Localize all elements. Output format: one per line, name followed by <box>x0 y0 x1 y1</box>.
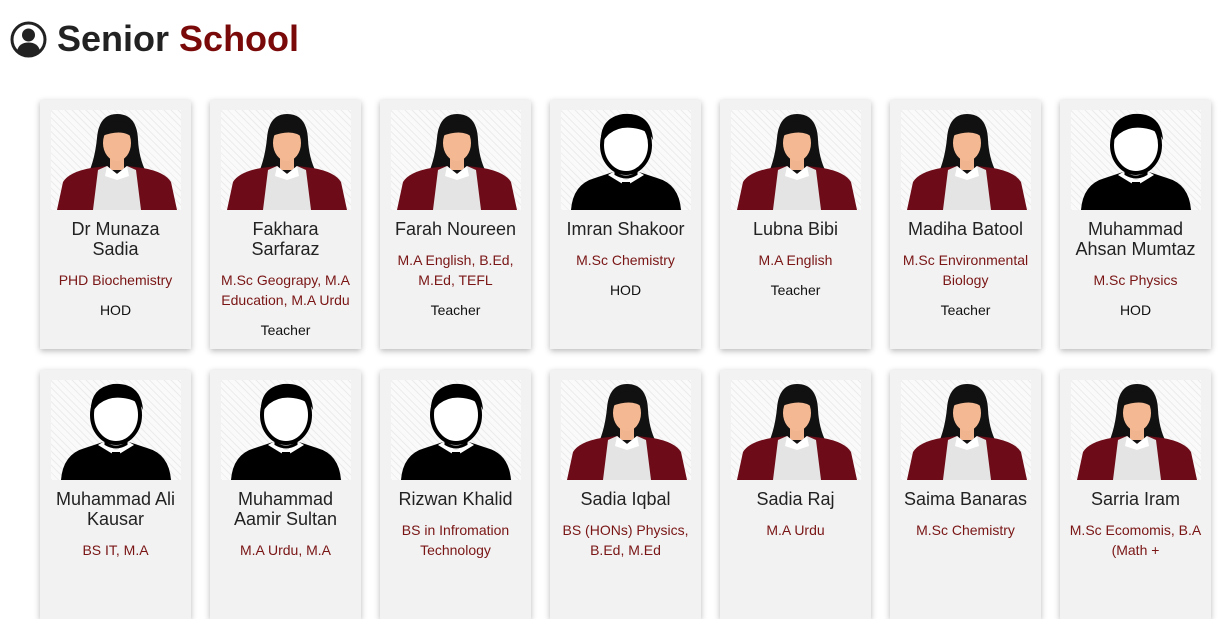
staff-qualification: M.Sc Chemistry <box>916 522 1015 538</box>
staff-name: Muhammad Aamir Sultan <box>233 489 338 529</box>
staff-role: Teacher <box>430 302 481 318</box>
page-title: Senior School <box>10 18 299 60</box>
staff-role: Teacher <box>260 322 311 338</box>
staff-card: Rizwan Khalid BS in Infromation Technolog… <box>380 370 531 619</box>
user-circle-icon <box>10 21 47 58</box>
staff-qualification: M.Sc Chemistry <box>576 252 675 268</box>
female-avatar-icon <box>1070 380 1201 480</box>
female-avatar-icon <box>560 380 691 480</box>
staff-qualification: BS (HONs) Physics, B.Ed, M.Ed <box>562 522 689 558</box>
staff-card: Muhammad Ahsan Mumtaz M.Sc Physics HOD <box>1060 100 1211 349</box>
staff-name: Madiha Batool <box>907 219 1024 239</box>
staff-card: Imran Shakoor M.Sc Chemistry HOD <box>550 100 701 349</box>
staff-name: Dr Munaza Sadia <box>71 219 160 259</box>
staff-card: Lubna Bibi M.A English Teacher <box>720 100 871 349</box>
staff-qualification: M.Sc Geograpy, M.A Education, M.A Urdu <box>221 272 350 308</box>
male-avatar-icon <box>50 380 181 480</box>
staff-name: Fakhara Sarfaraz <box>251 219 320 259</box>
male-avatar-icon <box>560 110 691 210</box>
staff-card: Sadia Iqbal BS (HONs) Physics, B.Ed, M.Ed <box>550 370 701 619</box>
staff-card: Sadia Raj M.A Urdu <box>720 370 871 619</box>
male-avatar-icon <box>220 380 351 480</box>
staff-role: HOD <box>609 282 642 298</box>
female-avatar-icon <box>900 380 1031 480</box>
female-avatar-icon <box>730 110 861 210</box>
female-avatar-icon <box>50 110 181 210</box>
staff-card: Muhammad Aamir Sultan M.A Urdu, M.A <box>210 370 361 619</box>
staff-qualification: PHD Biochemistry <box>58 272 173 288</box>
staff-qualification: M.A Urdu, M.A <box>239 542 332 558</box>
staff-card: Sarria Iram M.Sc Ecomomis, B.A (Math + <box>1060 370 1211 619</box>
staff-grid: Dr Munaza Sadia PHD Biochemistry HOD Fakha… <box>40 100 1211 619</box>
female-avatar-icon <box>220 110 351 210</box>
staff-name: Imran Shakoor <box>566 219 685 239</box>
staff-name: Saima Banaras <box>903 489 1028 509</box>
staff-name: Sadia Iqbal <box>580 489 671 509</box>
staff-role: HOD <box>1119 302 1152 318</box>
staff-card: Farah Noureen M.A English, B.Ed, M.Ed, TE… <box>380 100 531 349</box>
staff-qualification: M.A English, B.Ed, M.Ed, TEFL <box>397 252 514 288</box>
staff-name: Sarria Iram <box>1090 489 1180 509</box>
staff-qualification: M.A English <box>758 252 833 268</box>
staff-card: Fakhara Sarfaraz M.Sc Geograpy, M.A Educa… <box>210 100 361 349</box>
male-avatar-icon <box>390 380 521 480</box>
page-title-word-1: Senior <box>57 18 170 59</box>
staff-qualification: M.Sc Ecomomis, B.A (Math + <box>1069 522 1202 558</box>
staff-card: Muhammad Ali Kausar BS IT, M.A <box>40 370 191 619</box>
staff-role: Teacher <box>940 302 991 318</box>
staff-qualification: BS IT, M.A <box>82 542 149 558</box>
staff-qualification: M.A Urdu <box>766 522 825 538</box>
staff-qualification: M.Sc Physics <box>1093 272 1178 288</box>
staff-card: Saima Banaras M.Sc Chemistry <box>890 370 1041 619</box>
staff-card: Madiha Batool M.Sc Environmental Biology T… <box>890 100 1041 349</box>
staff-qualification: BS in Infromation Technology <box>401 522 510 558</box>
female-avatar-icon <box>900 110 1031 210</box>
staff-name: Muhammad Ahsan Mumtaz <box>1075 219 1196 259</box>
staff-card: Dr Munaza Sadia PHD Biochemistry HOD <box>40 100 191 349</box>
female-avatar-icon <box>730 380 861 480</box>
staff-name: Lubna Bibi <box>752 219 839 239</box>
staff-qualification: M.Sc Environmental Biology <box>902 252 1029 288</box>
female-avatar-icon <box>390 110 521 210</box>
staff-role: HOD <box>99 302 132 318</box>
staff-name: Farah Noureen <box>394 219 517 239</box>
staff-role: Teacher <box>770 282 821 298</box>
staff-name: Sadia Raj <box>756 489 835 509</box>
staff-name: Muhammad Ali Kausar <box>55 489 176 529</box>
staff-name: Rizwan Khalid <box>398 489 513 509</box>
male-avatar-icon <box>1070 110 1201 210</box>
page-title-word-2: School <box>179 18 300 59</box>
